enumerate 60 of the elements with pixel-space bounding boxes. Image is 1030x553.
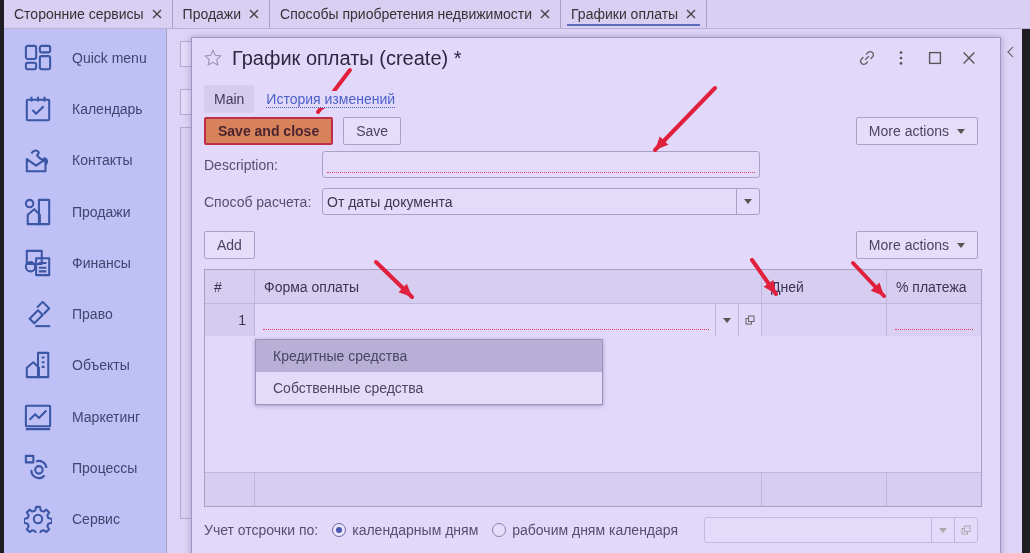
chart-icon	[24, 402, 52, 431]
star-icon[interactable]	[204, 49, 222, 67]
close-icon[interactable]	[151, 9, 162, 19]
dropdown-option[interactable]: Кредитные средства	[256, 340, 602, 372]
caret-icon	[957, 242, 965, 248]
column-header[interactable]: % платежа	[887, 270, 981, 303]
settings-icon	[24, 505, 52, 534]
tab[interactable]: Графики оплаты	[561, 0, 708, 28]
field-label: Способ расчета:	[204, 193, 313, 210]
calendar-icon	[24, 94, 52, 123]
chevron-left-icon[interactable]	[1007, 46, 1014, 58]
save-button[interactable]: Save	[343, 117, 402, 145]
caret-icon	[744, 199, 752, 204]
sidebar-item[interactable]: Маркетинг	[4, 391, 166, 443]
dashboard-icon	[24, 43, 52, 72]
open-window-icon[interactable]	[745, 315, 755, 325]
tab[interactable]: Продажи	[172, 0, 271, 28]
sidebar-item[interactable]: Календарь	[4, 83, 166, 135]
field-label: Учет отсрочки по:	[204, 522, 319, 538]
column-header[interactable]: #	[205, 270, 255, 303]
sidebar-item[interactable]: Объекты	[4, 339, 166, 392]
radio-button[interactable]: рабочим дням календаря	[492, 522, 679, 538]
annotation-arrow	[653, 86, 717, 152]
sidebar-item[interactable]: Процессы	[4, 442, 166, 494]
caret-icon	[939, 527, 947, 533]
buildings-icon	[24, 197, 52, 226]
dropdown-option[interactable]: Собственные средства	[256, 372, 602, 404]
sidebar-item[interactable]: Quick menu	[4, 32, 166, 84]
close-icon[interactable]	[686, 9, 697, 19]
sidebar-item[interactable]: Сервис	[4, 493, 166, 545]
tab[interactable]: Сторонние сервисы	[4, 0, 173, 28]
row-number: 1	[205, 304, 255, 336]
tab[interactable]: Способы приобретения недвижимости	[270, 0, 562, 28]
annotation-arrow	[374, 260, 414, 299]
more-actions-button[interactable]: More actions	[855, 117, 978, 145]
caret-icon	[723, 317, 731, 323]
close-icon[interactable]	[540, 9, 551, 19]
calculator-icon	[24, 248, 52, 277]
building-icon	[24, 351, 52, 380]
sidebar-item[interactable]: Финансы	[4, 237, 166, 289]
close-icon[interactable]	[249, 9, 260, 19]
select-field[interactable]: От даты документа	[322, 188, 760, 215]
radio-button[interactable]: календарным дням	[332, 522, 479, 538]
calendar-select-field[interactable]	[704, 517, 978, 543]
add-button[interactable]: Add	[204, 231, 255, 259]
link-icon[interactable]	[858, 49, 876, 67]
description-field[interactable]	[322, 151, 760, 178]
save-and-close-button[interactable]: Save and close	[204, 117, 334, 145]
tab[interactable]: Main	[204, 85, 255, 113]
maximize-icon[interactable]	[926, 49, 944, 67]
sidebar-item[interactable]: Право	[4, 288, 166, 340]
caret-icon	[957, 128, 965, 134]
dialog-title: График оплаты (create) *	[232, 46, 462, 70]
lookup-field[interactable]	[255, 304, 762, 336]
tab[interactable]: История изменений	[266, 90, 396, 108]
more-actions-button[interactable]: More actions	[855, 231, 978, 259]
annotation-arrow	[851, 261, 886, 298]
field-label: Description:	[204, 156, 279, 173]
sidebar-item[interactable]: Продажи	[4, 185, 166, 238]
sidebar-item[interactable]: Контакты	[4, 134, 166, 186]
